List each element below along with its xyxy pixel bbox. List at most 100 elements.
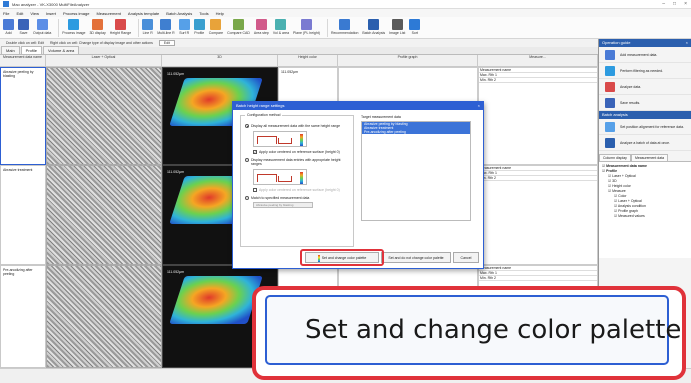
ribbon-button[interactable]: Area step — [254, 19, 269, 38]
ribbon-button[interactable]: Image List — [389, 19, 405, 38]
ribbon-button[interactable]: Vol & area — [273, 19, 289, 38]
col-header-3d[interactable]: 3D — [162, 55, 278, 67]
ribbon-label: Multi-line R — [157, 31, 175, 35]
radio-button[interactable] — [245, 124, 249, 128]
measurement-cell[interactable]: Measurement name Max. Rth 1 Min. Rth 2 — [478, 67, 598, 165]
menu-item[interactable]: View — [30, 11, 39, 16]
menu-item[interactable]: Process image — [63, 11, 89, 16]
guide-label: Analyze a batch of data at once. — [620, 140, 671, 145]
maximize-icon[interactable]: □ — [673, 1, 676, 7]
menu-item[interactable]: Edit — [16, 11, 23, 16]
zoomed-set-palette-button[interactable]: Set and change color palette — [265, 295, 681, 365]
option-appropriate-ranges[interactable]: Display measurement data entries with ap… — [245, 158, 349, 166]
close-icon[interactable]: × — [686, 39, 688, 47]
ribbon-button[interactable]: Recommendation — [331, 19, 358, 38]
preview-same-range — [253, 131, 307, 147]
option-match-specified[interactable]: Match to specified measurement data — [245, 196, 349, 200]
ribbon-button[interactable]: Surf R — [178, 19, 190, 38]
radio-button[interactable] — [245, 196, 249, 200]
ribbon-button[interactable]: Sort — [409, 19, 421, 38]
checkbox-center-ref-1[interactable]: ✓ Apply color centered on reference surfa… — [253, 150, 349, 154]
guide-icon — [605, 49, 615, 60]
ribbon-button[interactable]: Add — [3, 19, 14, 38]
menu-item[interactable]: Analysis template — [128, 11, 159, 16]
ribbon-label: Batch Analysis — [362, 31, 386, 35]
view-tabs: Main Profile Volume & area — [0, 46, 598, 55]
ribbon-button[interactable]: Save — [18, 19, 29, 38]
radio-button[interactable] — [245, 158, 249, 162]
menu-item[interactable]: Batch Analysis — [166, 11, 192, 16]
col-header-profile[interactable]: Profile graph — [338, 55, 478, 67]
col-header-height-color[interactable]: Height color — [278, 55, 338, 67]
close-icon[interactable]: × — [684, 1, 687, 7]
guide-item[interactable]: Analyze a batch of data at once. — [599, 135, 691, 151]
side-subtab[interactable]: Measurement data — [630, 154, 669, 161]
ribbon-label: Add — [5, 31, 12, 35]
guide-icon — [605, 65, 615, 76]
guide-item[interactable]: Perform filtering as needed. — [599, 63, 691, 79]
measurement-cell[interactable]: Measurement name Max. Rth 1 Min. Rth 2 — [478, 165, 598, 265]
checkbox-center-ref-2[interactable]: Apply color centered on reference surfac… — [253, 188, 349, 192]
match-data-select[interactable]: Abrasive peeling by blasting — [253, 202, 313, 208]
menu-item[interactable]: Tools — [199, 11, 208, 16]
guide-item[interactable]: Save results. — [599, 95, 691, 111]
col-header-name[interactable]: Measurement data name — [0, 55, 46, 67]
cancel-button[interactable]: Cancel — [453, 252, 479, 263]
laser-image[interactable] — [46, 67, 162, 165]
menu-item[interactable]: File — [3, 11, 9, 16]
ribbon-button[interactable]: Height Range — [110, 19, 131, 38]
ribbon-button[interactable]: Output data — [33, 19, 51, 38]
ribbon-button[interactable]: Profile — [193, 19, 205, 38]
side-subtab[interactable]: Column display — [599, 154, 631, 161]
tab[interactable]: Main — [1, 46, 20, 54]
guide-item[interactable]: Analyze data. — [599, 79, 691, 95]
set-keep-palette-button[interactable]: Set and do not change color palette — [381, 252, 451, 263]
row-label[interactable]: Pre-anodizing after peeling — [0, 265, 46, 368]
zoom-callout: Set and change color palette — [252, 286, 686, 380]
checkbox[interactable] — [253, 188, 257, 192]
guide-icon — [605, 121, 615, 132]
ribbon-label: Line R — [142, 31, 153, 35]
row-label[interactable]: Abrasive peeling by blasting — [0, 67, 46, 165]
guide-header: Operation guide × — [599, 39, 691, 47]
minimize-icon[interactable]: – — [662, 1, 665, 7]
ribbon-button[interactable]: Batch Analysis — [362, 19, 385, 38]
row-label[interactable]: Abrasive treatment — [0, 165, 46, 265]
ribbon-button[interactable]: Multi-line R — [157, 19, 175, 38]
option-same-height-range[interactable]: Display all measurement data with the sa… — [245, 124, 349, 128]
side-subtabs: Column display Measurement data — [599, 154, 691, 162]
ribbon-button[interactable]: Compare CAD — [227, 19, 250, 38]
laser-image[interactable] — [46, 265, 162, 368]
checkbox[interactable]: ✓ — [253, 150, 257, 154]
guide-label: Add measurement data. — [620, 52, 658, 57]
tool-icon — [193, 19, 205, 30]
col-header-laser[interactable]: Laser + Optical — [46, 55, 162, 67]
ribbon-button[interactable]: Plane (PL height) — [293, 19, 320, 38]
menu-item[interactable]: Insert — [46, 11, 56, 16]
guide-item[interactable]: Add measurement data. — [599, 47, 691, 63]
dialog-title-bar: Batch height range settings × — [233, 102, 483, 110]
tab[interactable]: Profile — [20, 46, 43, 54]
menu-item[interactable]: Measurement — [96, 11, 120, 16]
guide-item[interactable]: Set position alignment for reference dat… — [599, 119, 691, 135]
target-list-item[interactable]: Pre-anodizing after peeling — [362, 130, 470, 134]
target-list[interactable]: Abrasive peeling by blasting Abrasive tre… — [361, 121, 471, 221]
ribbon-label: Save — [19, 31, 28, 35]
menu-item[interactable]: Help — [216, 11, 224, 16]
ribbon-label: Compare — [208, 31, 224, 35]
laser-image[interactable] — [46, 165, 162, 265]
col-header-measurement[interactable]: Measure... — [478, 55, 598, 67]
tab[interactable]: Volume & area — [43, 46, 80, 54]
ribbon-button[interactable]: Line R — [142, 19, 154, 38]
ribbon-button[interactable]: Compare — [209, 19, 223, 38]
edit-button[interactable]: Edit — [158, 40, 175, 46]
target-measurement-group: Target measurement data Abrasive peeling… — [361, 115, 479, 247]
column-tree: ☑ Measurement data name ☑ Profile ☑ Laser … — [599, 162, 691, 258]
ribbon-button[interactable]: 3D display — [89, 19, 106, 38]
tree-node[interactable]: ☑ Measured values — [602, 214, 688, 219]
tool-icon — [160, 19, 172, 30]
ribbon-button[interactable]: Process image — [62, 19, 85, 38]
tool-icon — [210, 19, 222, 30]
dialog-close-icon[interactable]: × — [478, 102, 480, 110]
app-icon — [3, 1, 9, 7]
